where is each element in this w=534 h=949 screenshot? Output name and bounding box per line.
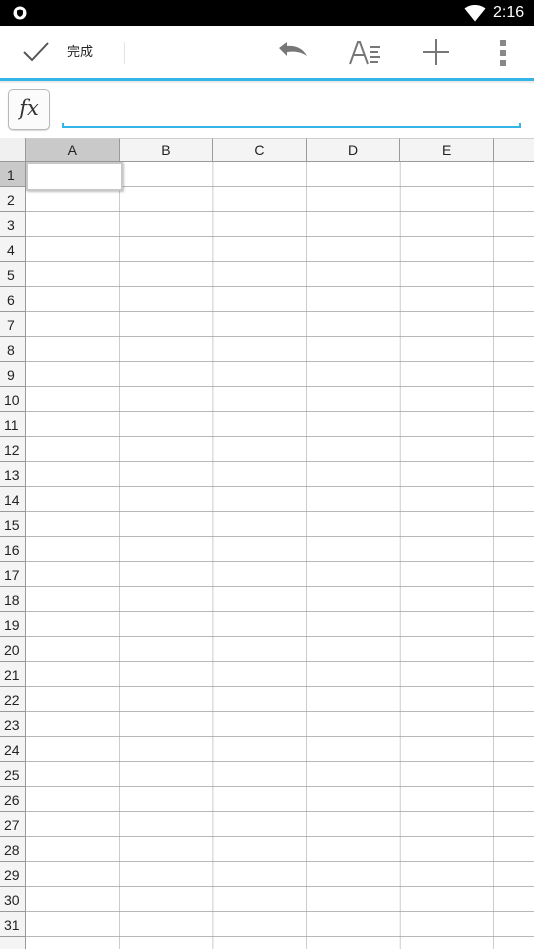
wifi-icon — [464, 5, 486, 22]
row-header-8[interactable]: 8 — [0, 337, 26, 362]
plus-icon — [423, 39, 449, 65]
action-bar-divider — [124, 42, 125, 64]
row-header-19[interactable]: 19 — [0, 612, 26, 637]
column-header-d[interactable]: D — [306, 138, 401, 162]
row-header-24[interactable]: 24 — [0, 737, 26, 762]
undo-icon — [279, 42, 307, 56]
row-header-30[interactable]: 30 — [0, 887, 26, 912]
row-header-21[interactable]: 21 — [0, 662, 26, 687]
spreadsheet-grid: ABCDE 1 2 3 4 5 6 7 8 9 10 11 12 13 14 15 16 17 18 19 20 21 2… — [0, 138, 534, 949]
row-header-11[interactable]: 11 — [0, 412, 26, 437]
insert-button[interactable] — [410, 26, 462, 78]
done-label: 完成 — [67, 44, 94, 59]
column-header-e[interactable]: E — [400, 138, 494, 162]
formula-input-underline — [62, 123, 521, 128]
row-header-13[interactable]: 13 — [0, 462, 26, 487]
formula-input[interactable] — [62, 92, 521, 129]
row-header-3[interactable]: 3 — [0, 212, 26, 237]
status-time: 2:16 — [493, 4, 525, 21]
row-header-18[interactable]: 18 — [0, 587, 26, 612]
row-header-partial[interactable] — [0, 937, 26, 949]
more-button[interactable] — [477, 26, 529, 78]
action-bar-shadow — [0, 81, 534, 84]
row-header-12[interactable]: 12 — [0, 437, 26, 462]
row-header-31[interactable]: 31 — [0, 912, 26, 937]
column-headers: ABCDE — [26, 138, 534, 162]
row-header-20[interactable]: 20 — [0, 637, 26, 662]
fx-icon: fx — [19, 96, 39, 120]
row-header-1[interactable]: 1 — [0, 162, 26, 187]
row-header-6[interactable]: 6 — [0, 287, 26, 312]
shield-icon — [13, 6, 27, 20]
column-header-c[interactable]: C — [213, 138, 307, 162]
row-header-27[interactable]: 27 — [0, 812, 26, 837]
row-header-4[interactable]: 4 — [0, 237, 26, 262]
row-header-17[interactable]: 17 — [0, 562, 26, 587]
action-bar: 完成 — [0, 26, 534, 78]
status-bar: 2:16 — [0, 0, 534, 26]
text-format-icon — [349, 41, 380, 65]
cell-area[interactable] — [26, 162, 534, 949]
row-header-23[interactable]: 23 — [0, 712, 26, 737]
column-header-b[interactable]: B — [119, 138, 214, 162]
row-header-26[interactable]: 26 — [0, 787, 26, 812]
format-button[interactable] — [338, 26, 390, 78]
row-header-7[interactable]: 7 — [0, 312, 26, 337]
done-button[interactable]: 完成 — [0, 26, 124, 78]
row-header-14[interactable]: 14 — [0, 487, 26, 512]
check-icon — [23, 42, 49, 62]
row-header-28[interactable]: 28 — [0, 837, 26, 862]
row-header-25[interactable]: 25 — [0, 762, 26, 787]
select-all-corner[interactable] — [0, 138, 26, 162]
undo-button[interactable] — [267, 26, 319, 78]
row-header-15[interactable]: 15 — [0, 512, 26, 537]
row-header-2[interactable]: 2 — [0, 187, 26, 212]
row-header-29[interactable]: 29 — [0, 862, 26, 887]
overflow-menu-icon — [500, 40, 506, 66]
row-header-9[interactable]: 9 — [0, 362, 26, 387]
column-header-partial[interactable] — [494, 138, 534, 162]
column-header-a[interactable]: A — [26, 138, 120, 162]
row-header-10[interactable]: 10 — [0, 387, 26, 412]
function-button[interactable]: fx — [8, 89, 50, 130]
row-header-22[interactable]: 22 — [0, 687, 26, 712]
row-header-5[interactable]: 5 — [0, 262, 26, 287]
selected-cell-a1[interactable] — [26, 162, 123, 191]
row-header-16[interactable]: 16 — [0, 537, 26, 562]
